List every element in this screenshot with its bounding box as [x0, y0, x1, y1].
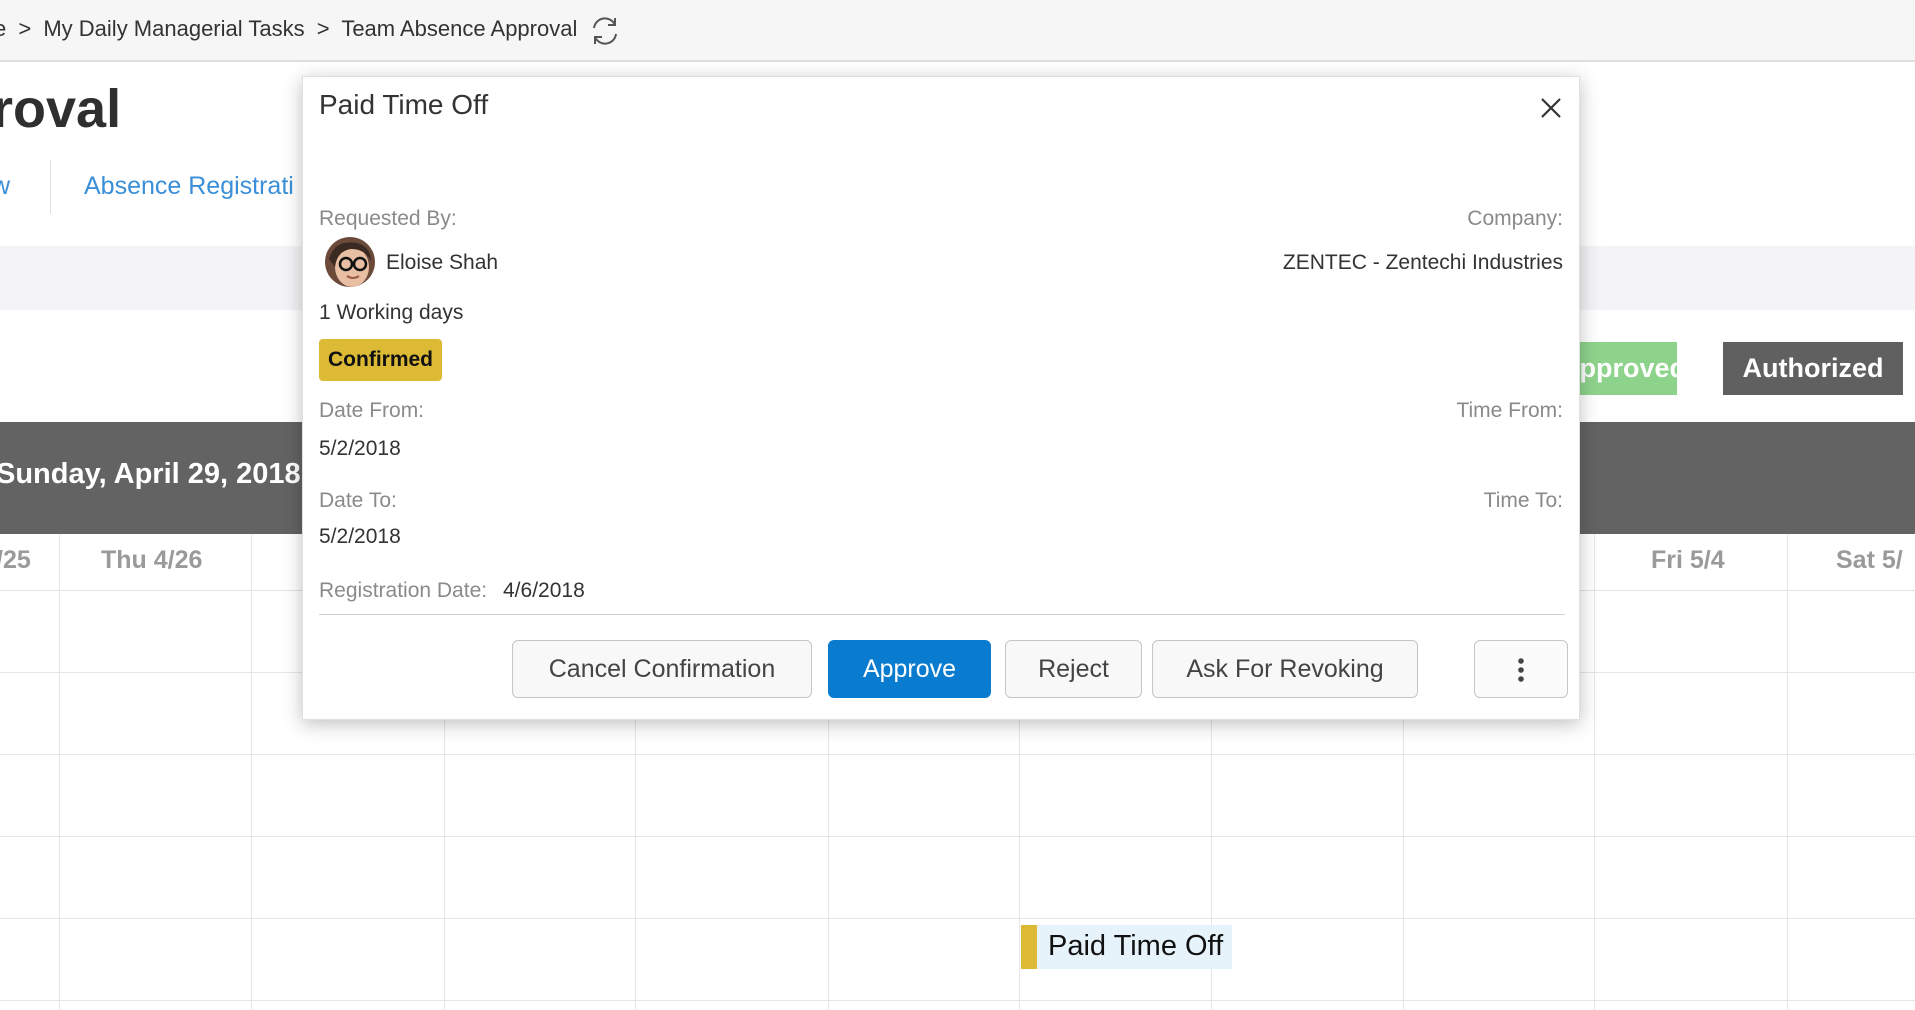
day-label-fri: Fri 5/4	[1651, 546, 1725, 574]
top-bar: e > My Daily Managerial Tasks > Team Abs…	[0, 0, 1915, 62]
tab-absence-registration[interactable]: Absence Registrati	[84, 158, 294, 214]
calendar-current-date: Sunday, April 29, 2018	[0, 458, 301, 490]
event-status-marker	[1021, 925, 1037, 969]
approve-button[interactable]: Approve	[828, 640, 991, 698]
day-label-thu: Thu 4/26	[101, 546, 203, 574]
breadcrumb: e > My Daily Managerial Tasks > Team Abs…	[0, 16, 577, 42]
date-from-label: Date From:	[319, 399, 425, 422]
more-actions-button[interactable]	[1474, 640, 1568, 698]
company-value: ZENTEC - Zentechi Industries	[1282, 251, 1563, 274]
event-label: Paid Time Off	[1048, 930, 1224, 962]
grid-line	[0, 836, 1915, 837]
breadcrumb-item-team-absence-approval: Team Absence Approval	[341, 16, 578, 41]
calendar-event[interactable]: Paid Time Off	[1021, 925, 1232, 969]
registration-date-label: Registration Date:	[319, 579, 488, 602]
grid-line	[0, 1000, 1915, 1001]
breadcrumb-item-managerial-tasks[interactable]: My Daily Managerial Tasks	[43, 16, 304, 41]
absence-detail-dialog: Paid Time Off Requested By: Company: Elo…	[302, 76, 1580, 720]
page-title: roval	[0, 79, 122, 139]
day-label-wed: /25	[0, 546, 31, 574]
grid-line	[1787, 534, 1788, 1010]
tab-overview[interactable]: w	[0, 158, 10, 214]
company-label: Company:	[1467, 207, 1563, 230]
requester-name: Eloise Shah	[386, 251, 499, 274]
day-label-sat: Sat 5/	[1836, 546, 1903, 574]
grid-line	[251, 534, 252, 1010]
date-from-value: 5/2/2018	[319, 437, 401, 460]
legend-authorized: Authorized	[1723, 342, 1903, 395]
time-from-label: Time From:	[1456, 399, 1563, 422]
status-badge: Confirmed	[319, 339, 442, 381]
more-vertical-icon	[1518, 658, 1524, 683]
reject-button[interactable]: Reject	[1005, 640, 1142, 698]
breadcrumb-item-home[interactable]: e	[0, 16, 6, 41]
close-icon[interactable]	[1536, 93, 1566, 123]
date-to-value: 5/2/2018	[319, 525, 401, 548]
working-days: 1 Working days	[319, 301, 464, 324]
grid-line	[1594, 534, 1595, 1010]
grid-line	[0, 754, 1915, 755]
ask-for-revoking-button[interactable]: Ask For Revoking	[1152, 640, 1418, 698]
tab-divider	[50, 160, 51, 214]
breadcrumb-separator: >	[316, 16, 330, 41]
dialog-divider	[319, 614, 1565, 615]
grid-line	[59, 534, 60, 1010]
grid-line	[0, 918, 1915, 919]
refresh-icon[interactable]	[588, 14, 622, 48]
time-to-label: Time To:	[1483, 489, 1563, 512]
dialog-title: Paid Time Off	[319, 89, 489, 120]
avatar	[325, 237, 375, 287]
registration-date-value: 4/6/2018	[503, 579, 585, 602]
requested-by-label: Requested By:	[319, 207, 457, 230]
cancel-confirmation-button[interactable]: Cancel Confirmation	[512, 640, 812, 698]
breadcrumb-separator: >	[18, 16, 32, 41]
date-to-label: Date To:	[319, 489, 397, 512]
